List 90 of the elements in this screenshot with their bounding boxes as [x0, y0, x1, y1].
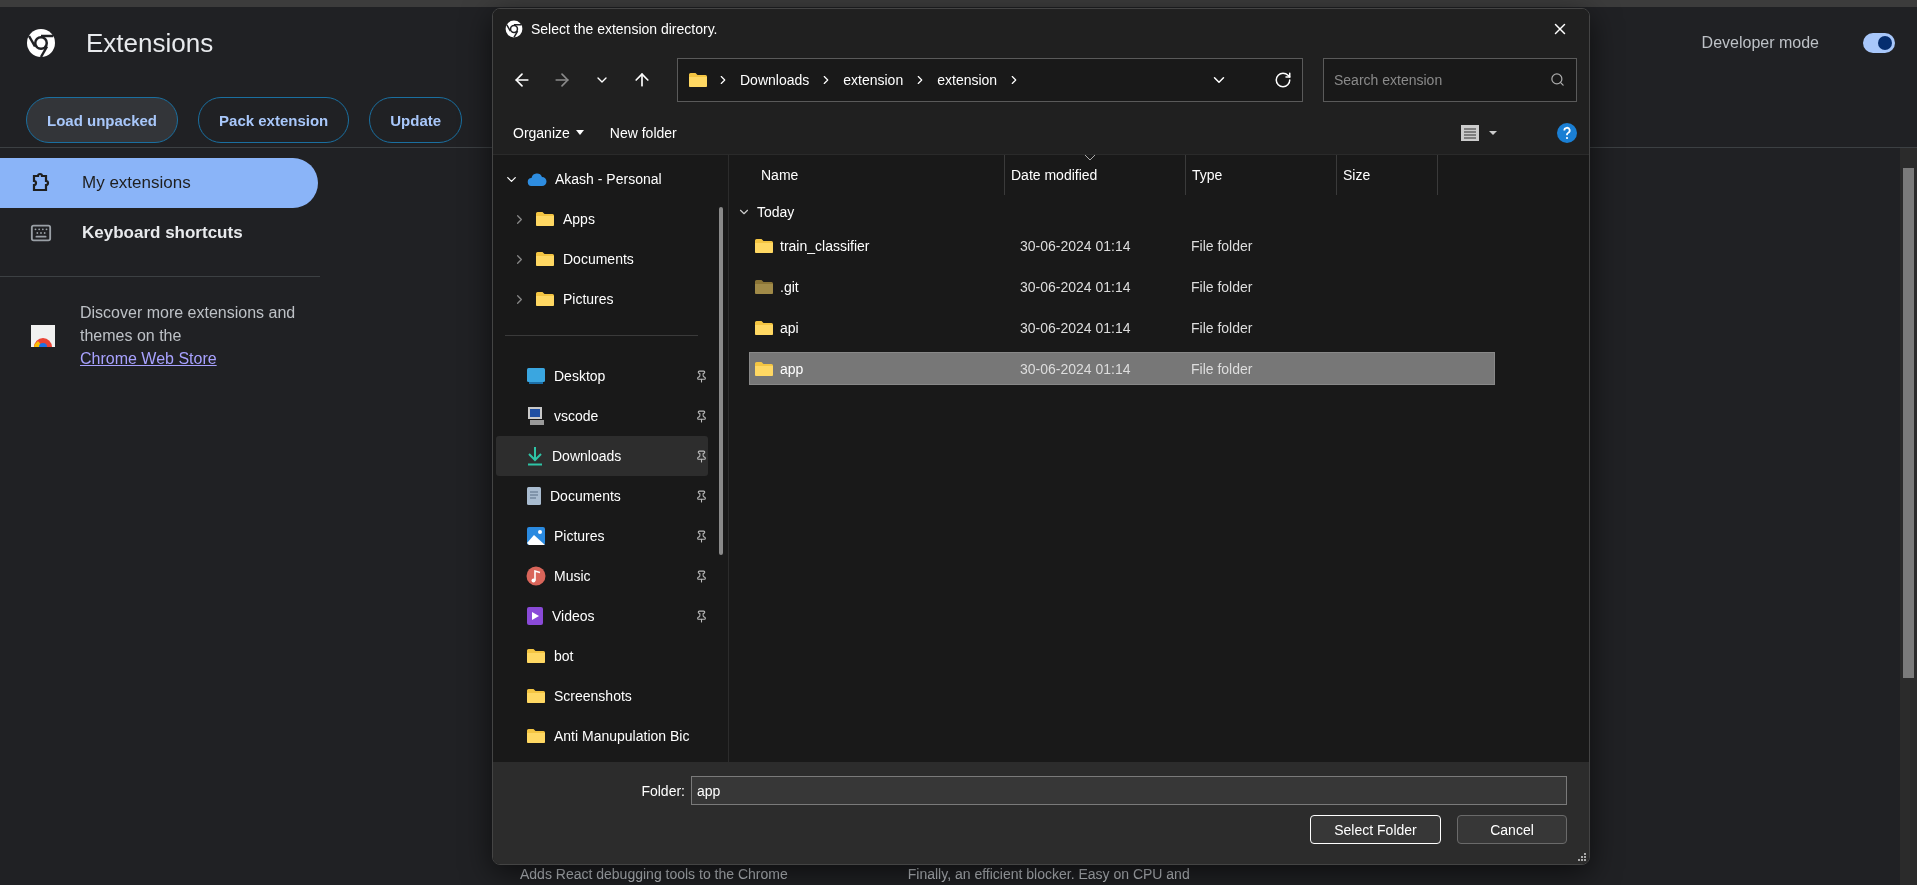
keyboard-icon [30, 222, 52, 244]
file-row[interactable]: api 30-06-2024 01:14 File folder [749, 311, 1495, 344]
scrollbar[interactable] [1900, 148, 1917, 885]
quick-access-item[interactable]: Anti Manupulation Bic [496, 716, 708, 756]
organize-menu[interactable]: Organize [513, 124, 584, 141]
date-cell-text: 30-06-2024 01:14 [1019, 278, 1132, 295]
document-icon [526, 486, 542, 506]
card-description: Finally, an efficient blocker. Easy on CPU and [907, 866, 1190, 882]
promo-text: Discover more extensions and themes on the Chrome Web Store [80, 303, 297, 369]
quick-access-item[interactable]: vscode [496, 396, 708, 436]
search-icon [1550, 72, 1565, 87]
web-store-icon [31, 324, 55, 347]
folder-icon [754, 278, 774, 295]
developer-mode-label: Developer mode [1701, 34, 1819, 52]
download-icon [526, 446, 544, 466]
column-header[interactable]: Name [739, 155, 1005, 195]
quick-access-item[interactable]: Videos [496, 596, 708, 636]
web-store-link[interactable]: Chrome Web Store [80, 350, 217, 367]
refresh-icon [1274, 71, 1292, 89]
folder-input[interactable]: app [691, 776, 1567, 805]
group-header[interactable]: Today [737, 195, 1589, 229]
video-icon [526, 606, 544, 626]
type-cell-text: File folder [1190, 278, 1254, 295]
sidebar-item[interactable]: My extensions [0, 158, 318, 208]
file-name: api [780, 319, 799, 336]
resize-grip-icon[interactable] [1576, 851, 1586, 861]
page-title: Extensions [86, 27, 214, 59]
date-cell-text: 30-06-2024 01:14 [1019, 237, 1132, 254]
file-row[interactable]: train_classifier 30-06-2024 01:14 File folder [749, 229, 1495, 262]
new-folder-button[interactable]: New folder [609, 124, 677, 141]
scrollbar-thumb[interactable] [719, 207, 723, 555]
type-cell-text: File folder [1190, 237, 1254, 254]
quick-access-item[interactable]: Documents [496, 476, 708, 516]
card-description: Adds React debugging tools to the Chrome [520, 866, 788, 882]
dialog-button[interactable]: Cancel [1457, 815, 1567, 844]
cloud-icon [527, 172, 547, 186]
folder-icon [526, 688, 546, 704]
nav-tree-item[interactable]: Pictures [496, 279, 708, 319]
type-cell-text: File folder [1190, 319, 1254, 336]
quick-access-item[interactable]: bot [496, 636, 708, 676]
folder-icon [535, 291, 555, 307]
address-bar[interactable]: Downloads extension extension [677, 58, 1303, 102]
dialog-button[interactable]: Select Folder [1310, 815, 1441, 844]
quick-access-item[interactable]: Screenshots [496, 676, 708, 716]
breadcrumb-item[interactable]: extension [935, 72, 1000, 88]
caret-icon [575, 130, 584, 135]
breadcrumb-item[interactable]: Downloads [738, 72, 812, 88]
computer-icon [526, 406, 546, 426]
quick-access-item[interactable]: Pictures [496, 516, 708, 556]
sidebar-item[interactable]: Keyboard shortcuts [0, 208, 318, 258]
folder-icon [754, 319, 774, 336]
sort-caret-icon [1085, 155, 1095, 161]
quick-access-item[interactable]: Downloads [496, 436, 708, 476]
folder-icon [688, 72, 708, 88]
puzzle-icon [30, 172, 52, 194]
folder-icon [754, 237, 774, 254]
help-icon[interactable] [1557, 122, 1577, 143]
nav-tree-item[interactable]: Apps [496, 199, 708, 239]
quick-access-item[interactable]: Desktop [496, 356, 708, 396]
developer-mode-toggle[interactable] [1863, 33, 1895, 53]
type-cell-text: File folder [1190, 360, 1254, 377]
folder-icon [754, 360, 774, 377]
column-header[interactable]: Date modified [1005, 155, 1186, 195]
breadcrumb-item[interactable]: extension [841, 72, 906, 88]
nav-tree-item[interactable]: Documents [496, 239, 708, 279]
chrome-logo-icon [26, 28, 56, 58]
file-name: .git [780, 278, 799, 295]
date-cell-text: 30-06-2024 01:14 [1019, 360, 1132, 377]
file-row[interactable]: .git 30-06-2024 01:14 File folder [749, 270, 1495, 303]
file-row[interactable]: app 30-06-2024 01:14 File folder [749, 352, 1495, 385]
date-cell-text: 30-06-2024 01:14 [1019, 319, 1132, 336]
image-icon [526, 526, 546, 546]
action-button[interactable]: Load unpacked [26, 97, 179, 143]
file-name: app [780, 360, 804, 377]
music-icon [526, 566, 546, 586]
folder-label: Folder: [641, 782, 685, 799]
folder-icon [535, 251, 555, 267]
folder-icon [526, 728, 546, 744]
folder-icon [535, 211, 555, 227]
quick-access-item[interactable]: Music [496, 556, 708, 596]
chrome-icon [505, 20, 523, 38]
file-name: train_classifier [780, 237, 870, 254]
nav-tree-item[interactable]: Akash - Personal [496, 159, 708, 199]
column-header[interactable]: Type [1186, 155, 1337, 195]
column-header[interactable]: Size [1337, 155, 1438, 195]
scrollbar-thumb[interactable] [1903, 168, 1914, 678]
search-field[interactable]: Search extension [1323, 58, 1577, 102]
monitor-icon [526, 367, 546, 385]
dialog-title: Select the extension directory. [531, 21, 719, 37]
folder-icon [526, 648, 546, 664]
